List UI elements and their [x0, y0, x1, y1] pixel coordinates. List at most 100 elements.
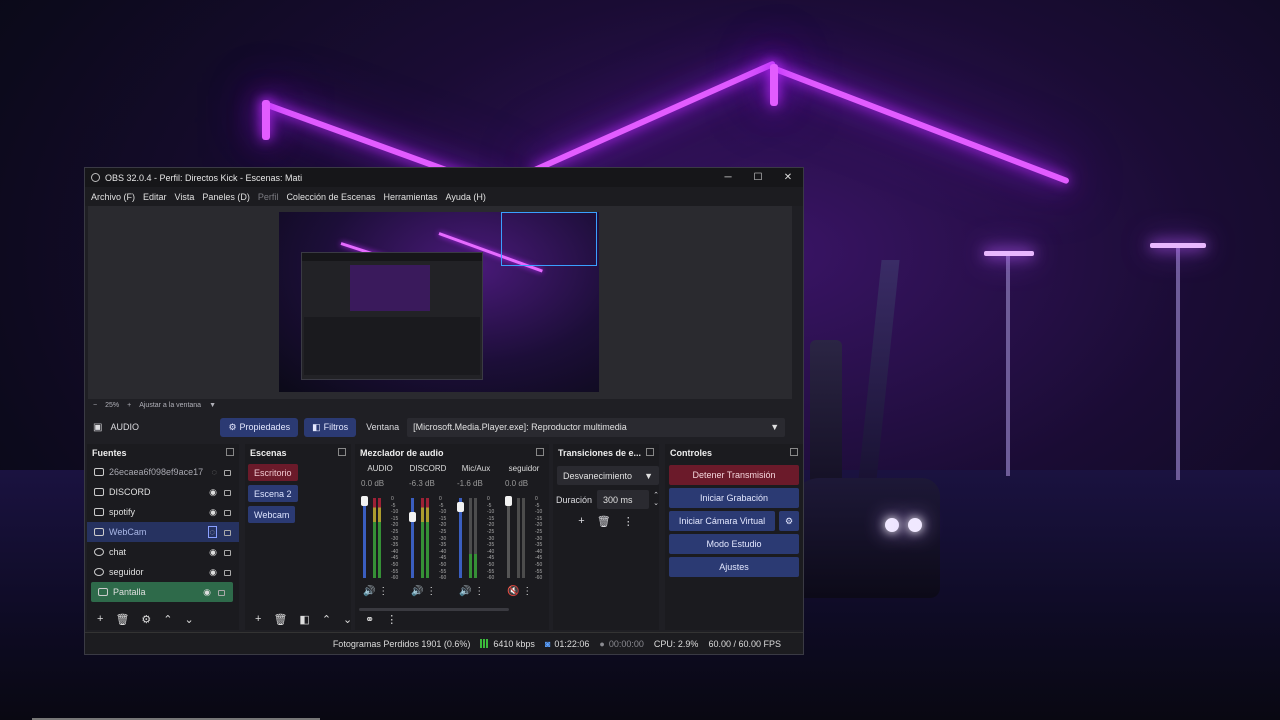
- tick: -15: [391, 515, 399, 522]
- source-item[interactable]: seguidor ◉: [87, 562, 239, 582]
- fader-knob[interactable]: [457, 502, 464, 512]
- minimize-icon[interactable]: ─: [713, 168, 743, 187]
- trash-icon[interactable]: 🗑: [115, 613, 129, 626]
- tick: -40: [439, 548, 447, 555]
- lock-icon[interactable]: [224, 530, 231, 536]
- zoom-in-button[interactable]: +: [127, 402, 131, 409]
- tick: -10: [487, 509, 495, 516]
- arrow-down-icon[interactable]: ⌄: [185, 613, 194, 626]
- menu-tools[interactable]: Herramientas: [380, 192, 442, 202]
- menu-scene-collection[interactable]: Colección de Escenas: [282, 192, 379, 202]
- arrow-up-icon[interactable]: ⌃: [163, 613, 172, 626]
- eye-icon[interactable]: ◉: [209, 507, 217, 518]
- menu-view[interactable]: Vista: [171, 192, 199, 202]
- eye-icon[interactable]: ◉: [203, 587, 211, 598]
- trash-icon[interactable]: 🗑: [273, 613, 287, 626]
- duration-row: Duración 300 ms ⌃ ⌄: [556, 490, 659, 509]
- menu-edit[interactable]: Editar: [139, 192, 171, 202]
- menu-help[interactable]: Ayuda (H): [442, 192, 490, 202]
- rec-time-value: 00:00:00: [608, 638, 644, 649]
- stop-stream-button[interactable]: Detener Transmisión: [669, 465, 799, 485]
- cpu-usage: CPU: 2.9%: [653, 638, 699, 649]
- menu-docks[interactable]: Paneles (D): [198, 192, 254, 202]
- lock-icon[interactable]: [224, 550, 231, 556]
- spin-arrows-icon[interactable]: ⌃ ⌄: [653, 492, 659, 508]
- settings-button[interactable]: Ajustes: [669, 557, 799, 577]
- source-item[interactable]: 26ecaea6f098ef9ace17 ◌: [87, 462, 239, 482]
- filter-icon[interactable]: ◧: [299, 613, 309, 626]
- undock-icon[interactable]: [646, 448, 654, 456]
- speaker-icon[interactable]: 🔊: [459, 586, 471, 597]
- zoom-dropdown-icon[interactable]: ▼: [209, 402, 216, 409]
- zoom-out-button[interactable]: −: [93, 402, 97, 409]
- start-virtualcam-button[interactable]: Iniciar Cámara Virtual: [669, 511, 775, 531]
- studio-mode-button[interactable]: Modo Estudio: [669, 534, 799, 554]
- volume-fader[interactable]: [409, 498, 416, 578]
- eye-hidden-icon[interactable]: ◌: [207, 526, 217, 538]
- add-icon[interactable]: +: [578, 515, 584, 528]
- source-item[interactable]: chat ◉: [87, 542, 239, 562]
- scene-webcam[interactable]: Webcam: [248, 506, 296, 523]
- window-select[interactable]: [Microsoft.Media.Player.exe]: Reproducto…: [407, 417, 786, 437]
- fader-knob[interactable]: [409, 512, 416, 522]
- maximize-icon[interactable]: ☐: [743, 168, 773, 187]
- lock-icon[interactable]: [224, 490, 231, 496]
- kebab-menu-icon[interactable]: ⋮: [623, 515, 634, 528]
- undock-icon[interactable]: [226, 448, 234, 456]
- source-item-selected[interactable]: Pantalla ◉: [91, 582, 233, 602]
- kebab-menu-icon[interactable]: ⋮: [474, 586, 484, 597]
- kebab-menu-icon[interactable]: ⋮: [426, 586, 436, 597]
- title-bar[interactable]: OBS 32.0.4 - Perfil: Directos Kick - Esc…: [85, 168, 803, 187]
- speaker-icon[interactable]: 🔊: [411, 586, 423, 597]
- kebab-menu-icon[interactable]: ⋮: [378, 586, 388, 597]
- filters-button[interactable]: ◧ Filtros: [304, 417, 357, 437]
- kebab-menu-icon[interactable]: ⋮: [522, 586, 532, 597]
- zoom-fit-label[interactable]: Ajustar a la ventana: [139, 402, 201, 409]
- lock-icon[interactable]: [224, 510, 231, 516]
- undock-icon[interactable]: [338, 448, 346, 456]
- fader-knob[interactable]: [361, 496, 368, 506]
- eye-icon[interactable]: ◉: [209, 547, 217, 558]
- add-icon[interactable]: +: [255, 613, 261, 625]
- volume-fader[interactable]: [361, 496, 368, 578]
- volume-fader[interactable]: [505, 496, 512, 578]
- link-icon[interactable]: ⚭: [365, 613, 374, 626]
- eye-icon[interactable]: ◉: [209, 567, 217, 578]
- eye-icon[interactable]: ◉: [209, 487, 217, 498]
- tick: -55: [391, 568, 399, 575]
- duration-spinbox[interactable]: 300 ms: [597, 490, 650, 509]
- lock-icon[interactable]: [224, 470, 231, 476]
- menu-file[interactable]: Archivo (F): [87, 192, 139, 202]
- fader-knob[interactable]: [505, 496, 512, 506]
- transition-select[interactable]: Desvanecimiento ▼: [557, 466, 659, 485]
- lock-icon[interactable]: [224, 570, 231, 576]
- kebab-menu-icon[interactable]: ⋮: [386, 613, 397, 626]
- lock-icon[interactable]: [218, 590, 225, 596]
- source-item[interactable]: spotify ◉: [87, 502, 239, 522]
- scene-escena-2[interactable]: Escena 2: [248, 485, 298, 502]
- volume-fader[interactable]: [457, 498, 464, 578]
- add-icon[interactable]: +: [97, 613, 103, 625]
- source-item-webcam[interactable]: WebCam ◌: [87, 522, 239, 542]
- trash-icon[interactable]: 🗑: [597, 515, 611, 528]
- start-recording-button[interactable]: Iniciar Grabación: [669, 488, 799, 508]
- selection-box[interactable]: [501, 212, 597, 266]
- properties-button[interactable]: ⚙ Propiedades: [220, 417, 299, 437]
- menu-profile[interactable]: Perfil: [254, 192, 283, 202]
- virtualcam-settings-gear-icon[interactable]: ⚙: [779, 511, 799, 531]
- speaker-muted-icon[interactable]: 🔇: [507, 586, 519, 597]
- channel-db: -1.6 dB: [457, 479, 483, 488]
- undock-icon[interactable]: [790, 448, 798, 456]
- close-icon[interactable]: ✕: [773, 168, 803, 187]
- arrow-up-icon[interactable]: ⌃: [322, 613, 331, 626]
- eye-hidden-icon[interactable]: ◌: [212, 467, 217, 477]
- arrow-down-icon[interactable]: ⌄: [343, 613, 352, 626]
- roof-pillar: [858, 260, 900, 480]
- gear-icon[interactable]: ⚙: [141, 613, 151, 626]
- preview-area[interactable]: [88, 206, 792, 399]
- speaker-icon[interactable]: 🔊: [363, 586, 375, 597]
- undock-icon[interactable]: [536, 448, 544, 456]
- source-item[interactable]: DISCORD ◉: [87, 482, 239, 502]
- scene-escritorio[interactable]: Escritorio: [248, 464, 298, 481]
- preview-canvas[interactable]: [279, 212, 599, 392]
